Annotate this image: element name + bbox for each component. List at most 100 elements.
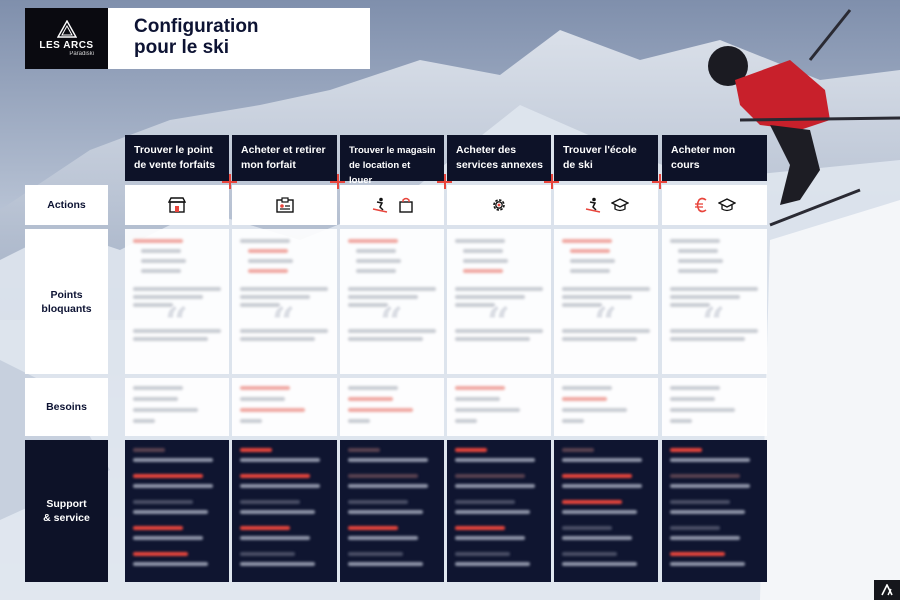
blurred-text: [348, 329, 436, 333]
support-cell: [662, 440, 767, 582]
blurred-text: [678, 259, 723, 263]
blurred-text: [348, 552, 403, 556]
support-cell: [554, 440, 658, 582]
needs-cell: [554, 378, 658, 436]
blurred-text: [356, 259, 401, 263]
blurred-text: [348, 536, 418, 540]
blurred-text: [240, 536, 310, 540]
blurred-text: [240, 239, 290, 243]
stage-header-4: Acheter des services annexes: [447, 135, 551, 181]
blurred-text: [670, 526, 720, 530]
blurred-text: [248, 249, 288, 253]
blurred-text: [133, 337, 208, 341]
needs-cell: [232, 378, 337, 436]
blurred-text: [348, 474, 418, 478]
blurred-text: [455, 448, 487, 452]
needs-cell: [125, 378, 229, 436]
needs-cell: [340, 378, 444, 436]
blurred-text: [240, 408, 305, 412]
blurred-text: [570, 249, 610, 253]
stage-header-6: Acheter mon cours: [662, 135, 767, 181]
stage-header-3: Trouver le magasin de location et louer: [340, 135, 444, 186]
blurred-text: [240, 474, 310, 478]
blurred-text: [455, 510, 530, 514]
blurred-text: [240, 397, 285, 401]
blurred-text: [455, 337, 530, 341]
page-title: Configuration pour le ski: [108, 8, 259, 69]
blurred-text: [455, 397, 500, 401]
pain-points-cell: “: [447, 229, 551, 374]
blurred-text: [670, 500, 730, 504]
blurred-text: [133, 562, 208, 566]
store-icon: [168, 197, 186, 213]
actions-cell-1: [125, 185, 229, 225]
pain-points-cell: “: [662, 229, 767, 374]
blurred-text: [562, 536, 632, 540]
blurred-text: [240, 337, 315, 341]
blurred-text: [248, 269, 288, 273]
blurred-text: [670, 552, 725, 556]
blurred-text: [133, 419, 155, 423]
blurred-text: [133, 448, 165, 452]
blurred-text: [133, 552, 188, 556]
blurred-text: [562, 484, 642, 488]
row-label-support: Support & service: [25, 440, 108, 582]
stage-header-2: Acheter et retirer mon forfait: [232, 135, 337, 181]
page-title-line1: Configuration: [134, 16, 259, 37]
blurred-text: [562, 337, 637, 341]
blurred-text: [678, 269, 718, 273]
support-cell: [447, 440, 551, 582]
blurred-text: [670, 397, 715, 401]
blurred-text: [570, 259, 615, 263]
blurred-text: [133, 526, 183, 530]
actions-cell-5: [554, 185, 658, 225]
blurred-text: [455, 562, 530, 566]
blurred-text: [670, 510, 745, 514]
pain-points-cell: “: [232, 229, 337, 374]
blurred-text: [240, 552, 295, 556]
blurred-text: [455, 500, 515, 504]
blurred-text: [670, 287, 758, 291]
blurred-text: [463, 269, 503, 273]
blurred-text: [141, 249, 181, 253]
blurred-text: [670, 536, 740, 540]
blurred-text: [133, 397, 178, 401]
actions-cell-4: [447, 185, 551, 225]
blurred-text: [562, 239, 612, 243]
blurred-text: [455, 458, 535, 462]
stage-header-5: Trouver l'école de ski: [554, 135, 658, 181]
actions-cell-2: [232, 185, 337, 225]
blurred-text: [455, 239, 505, 243]
blurred-text: [562, 287, 650, 291]
blurred-text: [141, 259, 186, 263]
blurred-text: [562, 510, 637, 514]
blurred-text: [455, 536, 525, 540]
blurred-text: [455, 474, 525, 478]
graduation-cap-icon: [610, 198, 629, 212]
mountain-logo-icon: [56, 20, 77, 38]
blurred-text: [455, 386, 505, 390]
blurred-text: [670, 386, 720, 390]
blurred-text: [562, 526, 612, 530]
blurred-text: [455, 329, 543, 333]
blurred-text: [348, 419, 370, 423]
stage-header-1: Trouver le point de vente forfaits: [125, 135, 229, 181]
actions-cell-6: [662, 185, 767, 225]
brand-name: LES ARCS: [39, 40, 94, 51]
blurred-text: [562, 408, 627, 412]
blurred-text: [562, 552, 617, 556]
blurred-text: [348, 510, 423, 514]
gear-icon: [490, 196, 508, 214]
pain-points-cell: “: [125, 229, 229, 374]
shopping-bag-icon: [398, 197, 414, 213]
blurred-text: [240, 562, 315, 566]
blurred-text: [240, 458, 320, 462]
blurred-text: [240, 287, 328, 291]
blurred-text: [562, 386, 612, 390]
blurred-text: [133, 474, 203, 478]
blurred-text: [562, 562, 637, 566]
blurred-text: [348, 386, 398, 390]
blurred-text: [133, 458, 213, 462]
blurred-text: [240, 329, 328, 333]
blurred-text: [670, 562, 745, 566]
